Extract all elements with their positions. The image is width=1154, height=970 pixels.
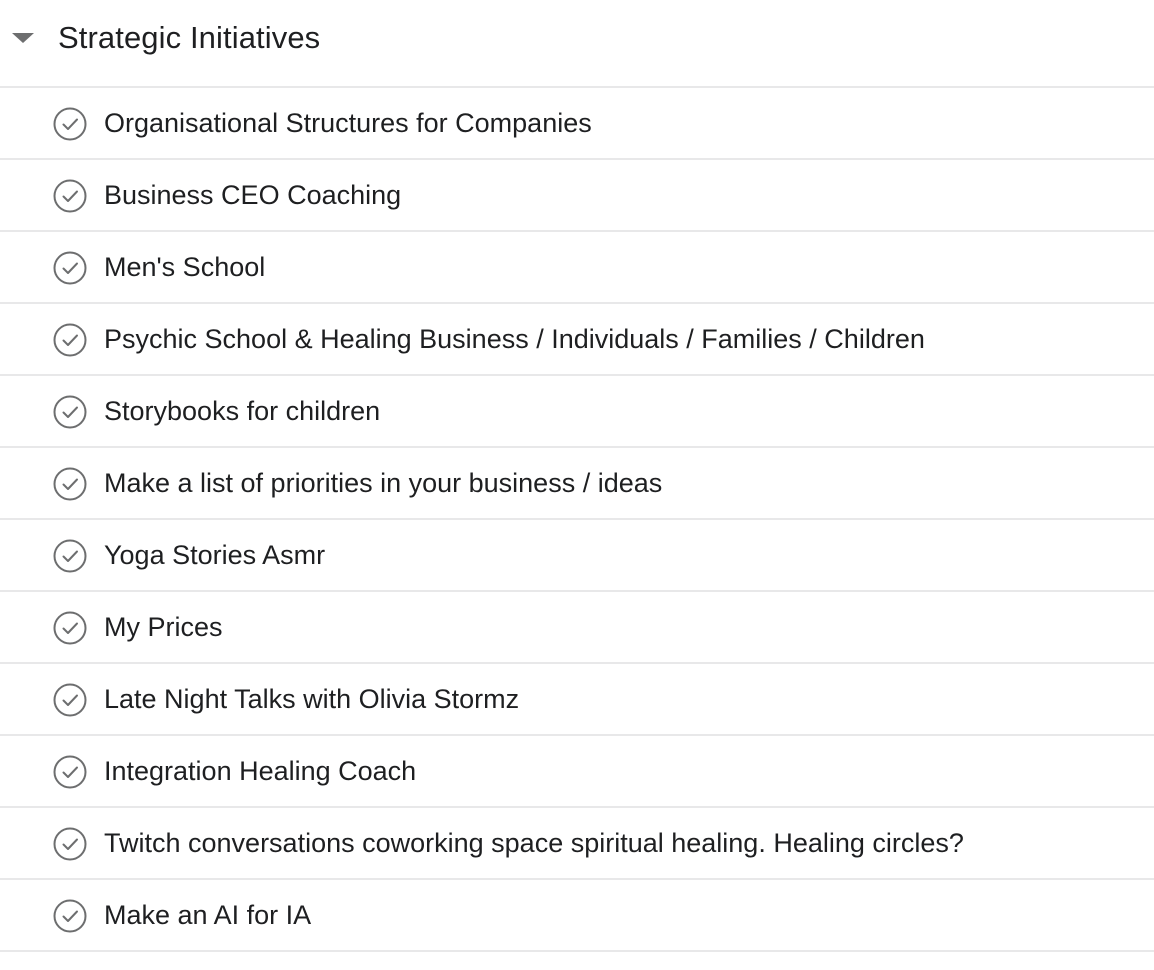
task-name[interactable]: Business CEO Coaching — [104, 178, 401, 212]
task-name[interactable]: Make an AI for IA — [104, 898, 311, 932]
task-row[interactable]: Psychic School & Healing Business / Indi… — [0, 304, 1154, 376]
task-row[interactable]: Late Night Talks with Olivia Stormz — [0, 664, 1154, 736]
check-circle-icon[interactable] — [53, 179, 87, 213]
check-circle-icon[interactable] — [53, 251, 87, 285]
task-name[interactable]: My Prices — [104, 610, 223, 644]
check-circle-icon[interactable] — [53, 539, 87, 573]
check-circle-icon[interactable] — [53, 899, 87, 933]
task-row[interactable]: Twitch conversations coworking space spi… — [0, 808, 1154, 880]
task-list: Organisational Structures for Companies … — [0, 88, 1154, 952]
task-name[interactable]: Psychic School & Healing Business / Indi… — [104, 322, 925, 356]
task-row[interactable]: My Prices — [0, 592, 1154, 664]
task-name[interactable]: Make a list of priorities in your busine… — [104, 466, 662, 500]
task-name[interactable]: Organisational Structures for Companies — [104, 106, 592, 140]
task-name[interactable]: Integration Healing Coach — [104, 754, 416, 788]
task-name[interactable]: Yoga Stories Asmr — [104, 538, 325, 572]
task-row[interactable]: Make a list of priorities in your busine… — [0, 448, 1154, 520]
task-name[interactable]: Late Night Talks with Olivia Stormz — [104, 682, 519, 716]
check-circle-icon[interactable] — [53, 467, 87, 501]
check-circle-icon[interactable] — [53, 107, 87, 141]
task-row[interactable]: Men's School — [0, 232, 1154, 304]
check-circle-icon[interactable] — [53, 611, 87, 645]
caret-down-icon[interactable] — [11, 32, 35, 44]
task-row[interactable]: Organisational Structures for Companies — [0, 88, 1154, 160]
check-circle-icon[interactable] — [53, 755, 87, 789]
check-circle-icon[interactable] — [53, 323, 87, 357]
section-header: Strategic Initiatives — [0, 0, 1154, 88]
task-name[interactable]: Twitch conversations coworking space spi… — [104, 826, 964, 860]
task-row[interactable]: Yoga Stories Asmr — [0, 520, 1154, 592]
task-row[interactable]: Integration Healing Coach — [0, 736, 1154, 808]
check-circle-icon[interactable] — [53, 827, 87, 861]
task-row[interactable]: Make an AI for IA — [0, 880, 1154, 952]
task-row[interactable]: Business CEO Coaching — [0, 160, 1154, 232]
task-name[interactable]: Men's School — [104, 250, 265, 284]
check-circle-icon[interactable] — [53, 683, 87, 717]
task-name[interactable]: Storybooks for children — [104, 394, 380, 428]
section-title[interactable]: Strategic Initiatives — [58, 18, 320, 58]
check-circle-icon[interactable] — [53, 395, 87, 429]
task-row[interactable]: Storybooks for children — [0, 376, 1154, 448]
